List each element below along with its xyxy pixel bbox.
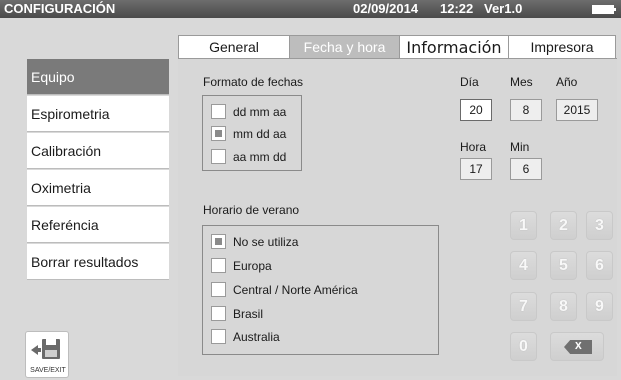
tab-informacion[interactable]: Información (399, 35, 509, 59)
minute-label: Min (510, 140, 530, 154)
keypad-key-4[interactable]: 4 (510, 251, 537, 280)
sidebar-item-calibracion[interactable]: Calibración (27, 133, 169, 169)
title-bar: CONFIGURACIÓN 02/09/2014 12:22 Ver1.0 (0, 0, 621, 18)
keypad-key-5[interactable]: 5 (550, 251, 577, 280)
status-date: 02/09/2014 (353, 1, 419, 16)
sidebar-item-espirometria[interactable]: Espirometria (27, 96, 169, 132)
battery-icon (592, 5, 616, 14)
floppy-disk-icon (42, 339, 60, 359)
checkbox[interactable] (211, 282, 226, 297)
year-field[interactable]: 2015 (556, 99, 598, 121)
minute-field[interactable]: 6 (510, 158, 542, 180)
day-field[interactable]: 20 (460, 99, 492, 121)
tab-impresora[interactable]: Impresora (508, 35, 616, 59)
checkbox[interactable] (211, 104, 226, 119)
version-label: Ver1.0 (484, 1, 523, 16)
date-format-label: Formato de fechas (203, 75, 304, 89)
hour-field[interactable]: 17 (460, 158, 492, 180)
save-exit-label: SAVE/EXIT (30, 367, 66, 374)
keypad-key-8[interactable]: 8 (550, 292, 577, 321)
month-label: Mes (510, 75, 533, 89)
keypad-key-1[interactable]: 1 (510, 211, 537, 240)
save-exit-button[interactable]: SAVE/EXIT (25, 331, 69, 378)
checkbox-checked[interactable] (211, 126, 226, 141)
year-label: Año (556, 75, 578, 89)
sidebar-item-oximetria[interactable]: Oximetria (27, 170, 169, 206)
keypad-key-7[interactable]: 7 (510, 292, 537, 321)
window-title: CONFIGURACIÓN (4, 1, 116, 16)
dst-label: Horario de verano (203, 203, 300, 217)
keypad-key-6[interactable]: 6 (586, 251, 613, 280)
status-time: 12:22 (440, 1, 474, 16)
hour-label: Hora (460, 140, 487, 154)
backspace-icon: X (564, 340, 592, 354)
checkbox[interactable] (211, 258, 226, 273)
back-arrow-icon (31, 345, 41, 355)
day-label: Día (460, 75, 479, 89)
keypad-backspace-button[interactable]: X (550, 332, 604, 361)
checkbox-checked[interactable] (211, 234, 226, 249)
month-field[interactable]: 8 (510, 99, 542, 121)
sidebar-item-referencia[interactable]: Referéncia (27, 207, 169, 243)
checkbox[interactable] (211, 329, 226, 344)
checkbox[interactable] (211, 149, 226, 164)
tab-general[interactable]: General (178, 35, 290, 59)
sidebar-item-borrar-resultados[interactable]: Borrar resultados (27, 244, 169, 280)
sidebar-item-equipo[interactable]: Equipo (27, 59, 169, 95)
checkbox[interactable] (211, 306, 226, 321)
keypad-key-3[interactable]: 3 (586, 211, 613, 240)
keypad-key-0[interactable]: 0 (510, 332, 537, 361)
keypad-key-2[interactable]: 2 (550, 211, 577, 240)
keypad-key-9[interactable]: 9 (586, 292, 613, 321)
tab-fecha-y-hora[interactable]: Fecha y hora (289, 35, 400, 59)
